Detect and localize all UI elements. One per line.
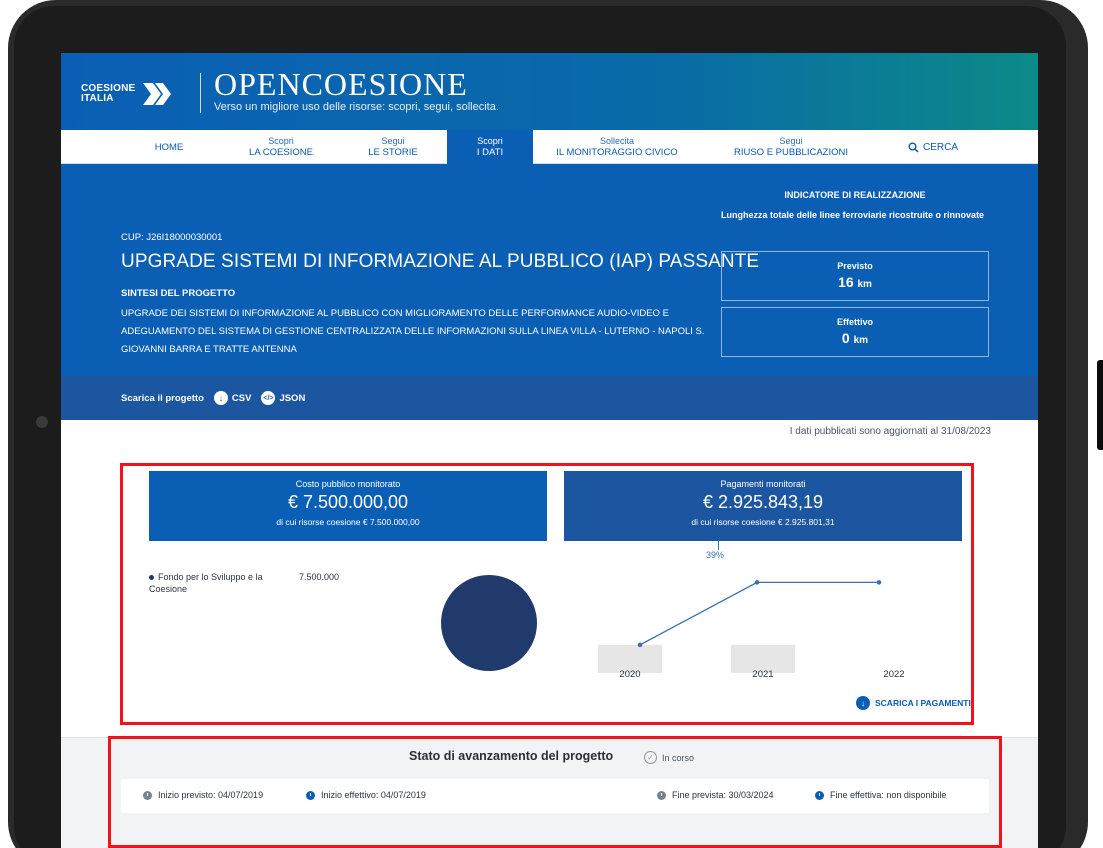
download-bar: Scarica il progetto ↓ CSV </> JSON bbox=[61, 376, 1038, 420]
nav-pre: Segui bbox=[381, 136, 405, 146]
download-json-link[interactable]: JSON bbox=[279, 393, 305, 404]
effettivo-unit: km bbox=[853, 335, 869, 346]
code-icon[interactable]: </> bbox=[261, 391, 276, 405]
sintesi-label: SINTESI DEL PROGETTO bbox=[121, 288, 236, 299]
highlight-stato bbox=[108, 736, 1002, 848]
indicator-description: Lunghezza totale delle linee ferroviarie… bbox=[721, 210, 985, 220]
nav-pre: Scopri bbox=[477, 136, 503, 146]
nav-label: LE STORIE bbox=[368, 147, 418, 158]
project-hero: CUP: J26I18000030001 UPGRADE SISTEMI DI … bbox=[61, 164, 1038, 376]
nav-pre: Sollecita bbox=[599, 136, 635, 146]
main-nav: HOME Scopri LA COESIONE Segui LE STORIE … bbox=[61, 130, 1038, 164]
nav-label: LA COESIONE bbox=[249, 147, 313, 158]
project-title: UPGRADE SISTEMI DI INFORMAZIONE AL PUBBL… bbox=[121, 251, 760, 272]
indicator-title: INDICATORE DI REALIZZAZIONE bbox=[784, 190, 926, 200]
nav-pre: Scopri bbox=[268, 136, 294, 146]
indicator-effettivo-box: Effettivo 0 km bbox=[721, 307, 989, 357]
nav-label: RIUSO E PUBBLICAZIONI bbox=[733, 147, 849, 158]
effettivo-number: 0 bbox=[841, 330, 850, 346]
brand-subtitle: Verso un migliore uso delle risorse: sco… bbox=[214, 101, 499, 113]
download-label: Scarica il progetto bbox=[121, 392, 204, 404]
nav-le-storie[interactable]: Segui LE STORIE bbox=[343, 130, 443, 164]
project-cup: CUP: J26I18000030001 bbox=[121, 232, 223, 243]
download-icon[interactable]: ↓ bbox=[213, 391, 228, 405]
data-updated-note: I dati pubblicati sono aggiornati al 31/… bbox=[789, 426, 991, 437]
nav-riuso-pubblicazioni[interactable]: Segui RIUSO E PUBBLICAZIONI bbox=[711, 130, 871, 164]
tablet-screen: COESIONE ITALIA OPENCOESIONE Verso un mi… bbox=[61, 53, 1038, 848]
brand[interactable]: OPENCOESIONE Verso un migliore uso delle… bbox=[214, 67, 499, 113]
coesione-logo-icon bbox=[143, 83, 172, 105]
nav-monitoraggio-civico[interactable]: Sollecita IL MONITORAGGIO CIVICO bbox=[537, 130, 697, 164]
nav-i-dati[interactable]: Scopri I DATI bbox=[447, 130, 533, 164]
tablet-camera bbox=[36, 416, 48, 428]
effettivo-value: 0 km bbox=[722, 330, 988, 346]
nav-home[interactable]: HOME bbox=[121, 130, 217, 164]
search-icon bbox=[908, 142, 919, 153]
search-label: CERCA bbox=[922, 141, 958, 153]
previsto-number: 16 bbox=[838, 274, 854, 290]
brand-title: OPENCOESIONE bbox=[214, 66, 468, 102]
header-divider bbox=[200, 73, 201, 113]
logo-text: COESIONE ITALIA bbox=[81, 84, 135, 104]
nav-search[interactable]: CERCA bbox=[893, 130, 973, 164]
nav-label: HOME bbox=[154, 141, 184, 153]
nav-label: IL MONITORAGGIO CIVICO bbox=[556, 147, 678, 158]
previsto-unit: km bbox=[857, 279, 872, 290]
download-csv-link[interactable]: CSV bbox=[232, 393, 252, 404]
logo-line2: ITALIA bbox=[81, 93, 114, 104]
coesione-italia-logo[interactable]: COESIONE ITALIA bbox=[81, 77, 173, 111]
site-header: COESIONE ITALIA OPENCOESIONE Verso un mi… bbox=[61, 53, 1038, 130]
tablet-side-button bbox=[1097, 360, 1103, 450]
previsto-value: 16 km bbox=[722, 274, 988, 290]
highlight-finance bbox=[120, 463, 974, 725]
nav-la-coesione[interactable]: Scopri LA COESIONE bbox=[221, 130, 341, 164]
previsto-label: Previsto bbox=[837, 261, 873, 271]
nav-label: I DATI bbox=[476, 147, 504, 158]
effettivo-label: Effettivo bbox=[837, 317, 873, 327]
indicator-previsto-box: Previsto 16 km bbox=[721, 251, 989, 301]
nav-pre: Segui bbox=[779, 136, 803, 146]
sintesi-text: UPGRADE DEI SISTEMI DI INFORMAZIONE AL P… bbox=[121, 308, 705, 355]
